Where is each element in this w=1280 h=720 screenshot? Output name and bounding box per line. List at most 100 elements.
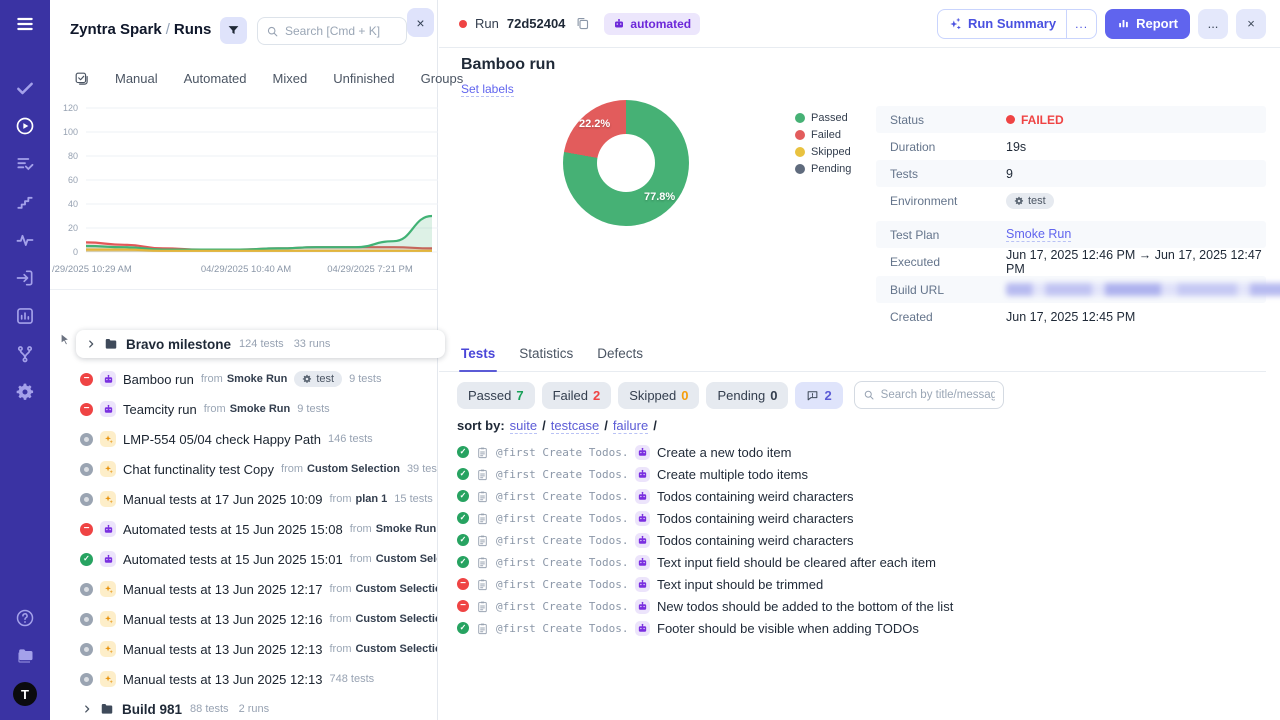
test-row[interactable]: @first Create Todos... Todos containing … bbox=[457, 485, 1270, 507]
run-source-plan: Custom Selection bbox=[355, 643, 437, 655]
status-filter-chip[interactable]: Pending0 bbox=[706, 382, 788, 409]
comments-filter-chip[interactable]: 2 bbox=[795, 382, 842, 409]
run-list-item[interactable]: Manual tests at 13 Jun 2025 12:17 from C… bbox=[50, 574, 437, 604]
test-row[interactable]: @first Create Todos... Footer should be … bbox=[457, 617, 1270, 639]
run-list-item[interactable]: Teamcity run from Smoke Run 9 tests bbox=[50, 394, 437, 424]
chevron-right-icon[interactable] bbox=[82, 704, 92, 714]
test-title[interactable]: Text input should be trimmed bbox=[657, 577, 823, 592]
branches-icon[interactable] bbox=[13, 342, 37, 366]
build-folder-row[interactable]: Build 981 88 tests 2 runs bbox=[50, 694, 437, 720]
test-title[interactable]: Todos containing weird characters bbox=[657, 511, 854, 526]
runs-panel-header: Zyntra Spark/Runs × bbox=[50, 0, 437, 62]
clipboard-icon bbox=[476, 446, 489, 459]
run-status-icon bbox=[80, 493, 93, 506]
test-title[interactable]: Todos containing weird characters bbox=[657, 489, 854, 504]
run-status-icon bbox=[80, 463, 93, 476]
pulse-icon[interactable] bbox=[13, 228, 37, 252]
test-row[interactable]: @first Create Todos... Create multiple t… bbox=[457, 463, 1270, 485]
run-list-item[interactable]: Manual tests at 13 Jun 2025 12:13 from C… bbox=[50, 634, 437, 664]
legend-dot bbox=[795, 147, 805, 157]
tests-icon[interactable] bbox=[13, 76, 37, 100]
report-button[interactable]: Report bbox=[1105, 9, 1190, 39]
status-filter-chip[interactable]: Skipped0 bbox=[618, 382, 699, 409]
run-list-item[interactable]: Automated tests at 15 Jun 2025 15:08 fro… bbox=[50, 514, 437, 544]
close-run-button[interactable]: × bbox=[1236, 9, 1266, 39]
copy-icon[interactable] bbox=[575, 16, 590, 31]
automated-test-icon bbox=[635, 511, 650, 526]
run-detail-tab[interactable]: Defects bbox=[597, 346, 643, 371]
test-title[interactable]: Text input field should be cleared after… bbox=[657, 555, 936, 570]
app-logo[interactable]: T bbox=[13, 682, 37, 706]
run-type-tab[interactable]: Mixed bbox=[273, 71, 308, 86]
runs-search-input[interactable] bbox=[285, 24, 398, 38]
run-detail-tab[interactable]: Statistics bbox=[519, 346, 573, 371]
settings-icon[interactable] bbox=[13, 380, 37, 404]
run-summary-button[interactable]: Run Summary ... bbox=[937, 9, 1097, 39]
test-plan-link[interactable]: Smoke Run bbox=[1006, 227, 1071, 242]
run-type-tab[interactable]: Manual bbox=[115, 71, 158, 86]
test-row[interactable]: @first Create Todos... New todos should … bbox=[457, 595, 1270, 617]
menu-icon[interactable] bbox=[13, 12, 37, 36]
app-sidebar: T bbox=[0, 0, 50, 720]
clipboard-icon bbox=[476, 490, 489, 503]
panel-close-button[interactable]: × bbox=[407, 8, 434, 37]
analytics-icon[interactable] bbox=[13, 304, 37, 328]
test-title[interactable]: Create a new todo item bbox=[657, 445, 791, 460]
run-summary-more-button[interactable]: ... bbox=[1066, 10, 1096, 38]
run-list-item[interactable]: Manual tests at 17 Jun 2025 10:09 from p… bbox=[50, 484, 437, 514]
test-row[interactable]: @first Create Todos... Text input should… bbox=[457, 573, 1270, 595]
status-filter-chip[interactable]: Passed7 bbox=[457, 382, 535, 409]
suite-name[interactable]: @first Create Todos... bbox=[496, 578, 628, 591]
sort-link[interactable]: failure bbox=[613, 418, 648, 434]
suite-name[interactable]: @first Create Todos... bbox=[496, 512, 628, 525]
run-list-item[interactable]: Bamboo run from Smoke Run test 9 tests bbox=[50, 364, 437, 394]
status-filter-chip[interactable]: Failed2 bbox=[542, 382, 612, 409]
test-title[interactable]: Footer should be visible when adding TOD… bbox=[657, 621, 919, 636]
build-url-redacted[interactable] bbox=[1006, 283, 1280, 296]
run-list-item[interactable]: Chat functinality test Copy from Custom … bbox=[50, 454, 437, 484]
run-list-item[interactable]: LMP-554 05/04 check Happy Path 146 tests bbox=[50, 424, 437, 454]
run-tests-count: 748 tests bbox=[329, 673, 374, 685]
chevron-right-icon[interactable] bbox=[86, 339, 96, 349]
test-title[interactable]: New todos should be added to the bottom … bbox=[657, 599, 953, 614]
milestone-folder-row[interactable]: Bravo milestone 124 tests 33 runs bbox=[76, 330, 445, 358]
more-actions-button[interactable]: ... bbox=[1198, 9, 1228, 39]
run-list-item[interactable]: Automated tests at 15 Jun 2025 15:01 fro… bbox=[50, 544, 437, 574]
run-type-tab[interactable]: Unfinished bbox=[333, 71, 394, 86]
run-detail-tab[interactable]: Tests bbox=[461, 346, 495, 371]
runs-search[interactable] bbox=[257, 17, 407, 45]
test-row[interactable]: @first Create Todos... Todos containing … bbox=[457, 507, 1270, 529]
set-labels-link[interactable]: Set labels bbox=[461, 82, 514, 97]
import-icon[interactable] bbox=[13, 266, 37, 290]
steps-icon[interactable] bbox=[13, 190, 37, 214]
filter-button[interactable] bbox=[220, 17, 247, 44]
tests-search-input[interactable] bbox=[881, 389, 995, 401]
test-row[interactable]: @first Create Todos... Text input field … bbox=[457, 551, 1270, 573]
run-list-item[interactable]: Manual tests at 13 Jun 2025 12:16 from C… bbox=[50, 604, 437, 634]
tests-search[interactable] bbox=[854, 381, 1004, 409]
run-list-item[interactable]: Manual tests at 13 Jun 2025 12:13 748 te… bbox=[50, 664, 437, 694]
suite-name[interactable]: @first Create Todos... bbox=[496, 622, 628, 635]
run-type-tab[interactable]: Groups bbox=[421, 71, 464, 86]
automated-label-badge[interactable]: automated bbox=[604, 13, 700, 35]
help-icon[interactable] bbox=[13, 606, 37, 630]
suite-name[interactable]: @first Create Todos... bbox=[496, 490, 628, 503]
sort-link[interactable]: suite bbox=[510, 418, 537, 434]
run-type-tab[interactable]: Automated bbox=[184, 71, 247, 86]
test-plans-icon[interactable] bbox=[13, 152, 37, 176]
test-row[interactable]: @first Create Todos... Create a new todo… bbox=[457, 441, 1270, 463]
project-name[interactable]: Zyntra Spark bbox=[70, 21, 162, 38]
select-all-icon[interactable] bbox=[74, 71, 89, 86]
environment-badge[interactable]: test bbox=[1006, 193, 1054, 209]
suite-name[interactable]: @first Create Todos... bbox=[496, 600, 628, 613]
test-title[interactable]: Todos containing weird characters bbox=[657, 533, 854, 548]
suite-name[interactable]: @first Create Todos... bbox=[496, 534, 628, 547]
suite-name[interactable]: @first Create Todos... bbox=[496, 446, 628, 459]
runs-icon[interactable] bbox=[13, 114, 37, 138]
suite-name[interactable]: @first Create Todos... bbox=[496, 556, 628, 569]
suite-name[interactable]: @first Create Todos... bbox=[496, 468, 628, 481]
test-row[interactable]: @first Create Todos... Todos containing … bbox=[457, 529, 1270, 551]
projects-icon[interactable] bbox=[13, 644, 37, 668]
test-title[interactable]: Create multiple todo items bbox=[657, 467, 808, 482]
sort-link[interactable]: testcase bbox=[551, 418, 599, 434]
